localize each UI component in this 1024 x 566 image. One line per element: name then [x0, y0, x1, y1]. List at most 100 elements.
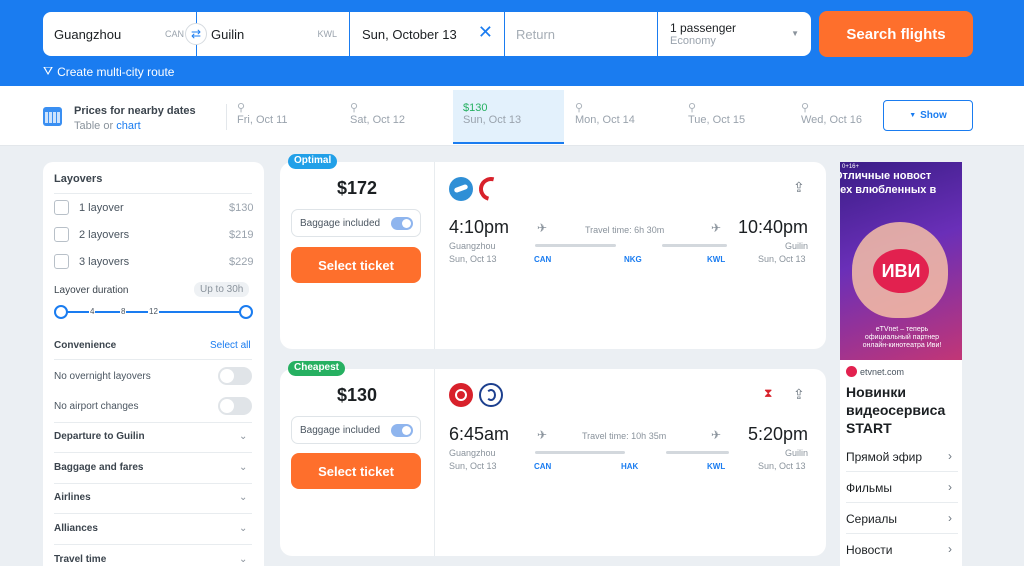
slider-tick: 12 [148, 307, 159, 316]
show-button[interactable]: ▼ Show [883, 100, 973, 131]
show-label: Show [920, 110, 947, 121]
search-icon: ⚲ [801, 102, 810, 114]
departure-time: 4:10pm [449, 217, 510, 237]
ticket-price: $172 [336, 178, 378, 198]
destination-field[interactable]: Guilin KWL [197, 12, 349, 56]
select-all-link[interactable]: Select all [210, 340, 251, 351]
ad-menu-item[interactable]: Сериалы [846, 512, 897, 526]
route-segment [662, 244, 727, 247]
baggage-switch[interactable] [391, 424, 413, 437]
search-flights-button[interactable]: Search flights [819, 11, 973, 57]
slider-tick: 4 [89, 307, 96, 316]
cheapest-badge: Cheapest [288, 361, 346, 376]
select-ticket-button[interactable]: Select ticket [291, 247, 421, 283]
share-icon[interactable]: ⇪ [793, 386, 805, 403]
stop-code: KWL [707, 462, 726, 471]
multi-city-link[interactable]: ⛛ Create multi-city route [43, 64, 174, 79]
no-overnight-toggle[interactable] [218, 367, 252, 385]
date-cell-selected[interactable]: $130 Sun, Oct 13 [453, 90, 564, 144]
arrival-date: Sun, Oct 13 [758, 254, 806, 264]
layovers-title: Layovers [54, 173, 103, 185]
date-cell[interactable]: ⚲ Tue, Oct 15 [678, 90, 790, 144]
section-travel-time[interactable]: Travel time [54, 554, 106, 565]
route-icon: ⛛ [43, 64, 54, 78]
view-chart-link[interactable]: chart [116, 120, 140, 132]
section-alliances[interactable]: Alliances [54, 523, 98, 534]
date-cell-label: Wed, Oct 16 [801, 114, 862, 126]
section-departure[interactable]: Departure to Guilin [54, 431, 145, 442]
date-cell[interactable]: ⚲ Wed, Oct 16 [791, 90, 876, 144]
ad-title[interactable]: Новинки видеосервиса START [846, 383, 960, 437]
depart-date-field[interactable]: Sun, October 13 ✕ [350, 12, 504, 56]
result-card: $172 Baggage included Select ticket ⇪ 4:… [280, 162, 826, 349]
ad-image[interactable]: 0+16+ Отличные новост сех влюбленных в и… [840, 162, 962, 360]
chevron-down-icon: ⌄ [239, 431, 248, 442]
date-cell[interactable]: ⚲ Mon, Oct 14 [565, 90, 677, 144]
cabin-class: Economy [670, 35, 716, 47]
date-cell-label: Sun, Oct 13 [463, 114, 522, 126]
layover-duration-value: Up to 30h [194, 282, 250, 297]
no-overnight-label: No overnight layovers [54, 371, 151, 382]
date-cell-label: Tue, Oct 15 [688, 114, 746, 126]
baggage-switch[interactable] [391, 217, 413, 230]
date-cell[interactable]: ⚲ Sat, Oct 12 [340, 90, 452, 144]
return-date-field[interactable]: Return [505, 12, 657, 56]
slider-handle-min[interactable] [54, 305, 68, 319]
no-airport-change-toggle[interactable] [218, 397, 252, 415]
calendar-icon [43, 107, 62, 126]
nearby-dates-bar: Prices for nearby dates Table or chart ⚲… [0, 86, 1024, 146]
arrival-time: 5:20pm [748, 424, 809, 444]
date-cell-label: Sat, Oct 12 [350, 114, 406, 126]
arrival-date: Sun, Oct 13 [758, 461, 806, 471]
baggage-toggle[interactable]: Baggage included [291, 209, 421, 237]
layover-checkbox[interactable] [54, 254, 69, 269]
chevron-down-icon: ⌄ [239, 554, 248, 565]
airline-logo-icon [449, 383, 473, 407]
search-icon: ⚲ [237, 102, 246, 114]
layover-checkbox[interactable] [54, 227, 69, 242]
passengers-field[interactable]: 1 passenger Economy ▼ [658, 12, 811, 56]
view-toggle: Table or chart [74, 120, 141, 132]
chevron-right-icon: › [948, 511, 952, 525]
chevron-down-icon: ⌄ [239, 492, 248, 503]
origin-code: CAN [164, 29, 184, 39]
chevron-right-icon: › [948, 542, 952, 556]
hourglass-icon: ⧗ [764, 386, 773, 400]
optimal-badge: Optimal [288, 154, 338, 169]
layover-checkbox[interactable] [54, 200, 69, 215]
ticket-price: $130 [336, 385, 378, 405]
ad-domain[interactable]: etvnet.com [860, 367, 904, 377]
share-icon[interactable]: ⇪ [793, 179, 805, 196]
date-cell-price: $130 [463, 102, 488, 114]
departure-time: 6:45am [449, 424, 510, 444]
ad-menu-item[interactable]: Фильмы [846, 481, 892, 495]
chevron-right-icon: › [948, 449, 952, 463]
date-cell[interactable]: ⚲ Fri, Oct 11 [227, 90, 339, 144]
layover-option-price: $130 [229, 202, 254, 214]
view-or: or [103, 120, 114, 132]
ad-banner[interactable]: 0+16+ Отличные новост сех влюбленных в и… [840, 162, 962, 566]
baggage-label: Baggage included [300, 425, 381, 436]
clear-date-icon[interactable]: ✕ [478, 23, 493, 41]
airline-logo-icon [474, 172, 508, 206]
no-airport-change-label: No airport changes [54, 401, 139, 412]
airline-logo-icon [479, 383, 503, 407]
landing-icon: ✈ [711, 428, 722, 442]
select-ticket-button[interactable]: Select ticket [291, 453, 421, 489]
slider-handle-max[interactable] [239, 305, 253, 319]
arrival-city: Guilin [785, 448, 809, 458]
passengers-count: 1 passenger [670, 21, 737, 35]
destination-code: KWL [317, 29, 337, 39]
stop-code: KWL [707, 255, 726, 264]
section-airlines[interactable]: Airlines [54, 492, 91, 503]
layover-option-price: $219 [229, 229, 254, 241]
origin-field[interactable]: Guangzhou CAN [43, 12, 196, 56]
view-table-link[interactable]: Table [74, 120, 100, 132]
date-cell-label: Fri, Oct 11 [237, 114, 288, 126]
baggage-toggle[interactable]: Baggage included [291, 416, 421, 444]
swap-icon[interactable]: ⇄ [185, 23, 207, 45]
ad-menu-item[interactable]: Новости [846, 543, 892, 557]
nearby-dates-title: Prices for nearby dates [74, 105, 196, 117]
section-baggage[interactable]: Baggage and fares [54, 462, 143, 473]
ad-menu-item[interactable]: Прямой эфир [846, 450, 922, 464]
